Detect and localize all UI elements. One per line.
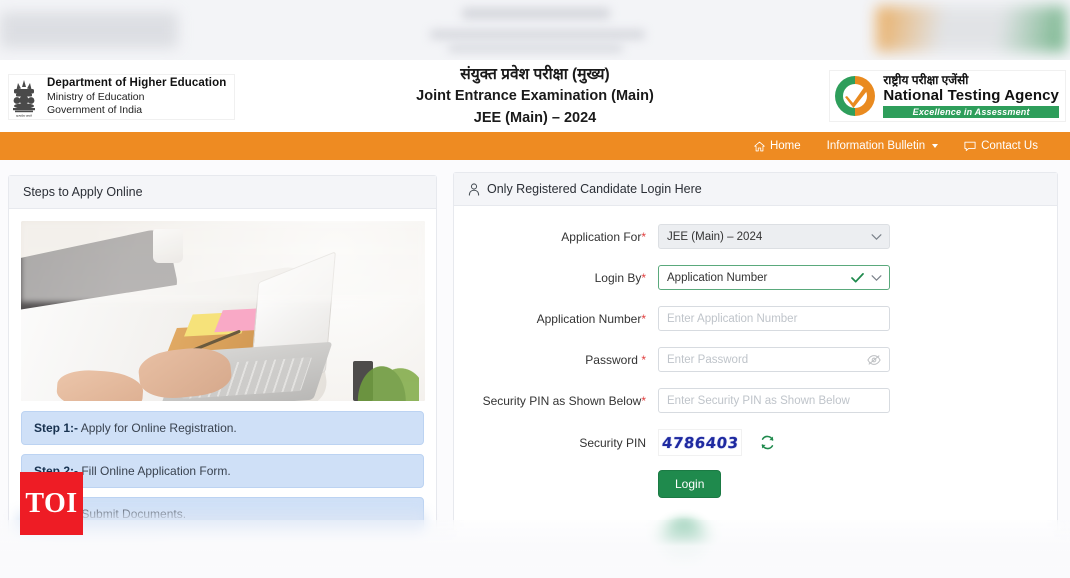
step-text: Apply for Online Registration. xyxy=(78,421,237,435)
nta-title-hindi: राष्ट्रीय परीक्षा एजेंसी xyxy=(883,72,969,87)
label-password: Password * xyxy=(454,353,658,367)
chat-message-icon xyxy=(964,141,976,151)
label-application-for: Application For* xyxy=(454,230,658,244)
refresh-circular-arrows-icon xyxy=(761,435,774,450)
nav-item-contact-us-label: Contact Us xyxy=(981,140,1038,152)
form-row-security-pin-input: Security PIN as Shown Below* Enter Secur… xyxy=(454,388,1057,413)
label-text: Application For xyxy=(561,229,642,244)
steps-card-title: Steps to Apply Online xyxy=(9,176,436,209)
application-number-input[interactable]: Enter Application Number xyxy=(658,306,890,331)
security-pin-placeholder: Enter Security PIN as Shown Below xyxy=(667,394,850,407)
nav-item-information-bulletin-label: Information Bulletin xyxy=(826,140,926,152)
label-text: Password xyxy=(585,352,642,367)
form-row-captcha: Security PIN 4786403 xyxy=(454,429,1057,456)
nta-checkmark-logo-icon xyxy=(835,76,876,116)
label-login-by: Login By* xyxy=(454,271,658,285)
nav-item-home[interactable]: Home xyxy=(754,140,801,152)
blurred-right-logo xyxy=(876,6,1066,52)
nav-item-contact-us[interactable]: Contact Us xyxy=(964,140,1038,152)
form-row-application-for: Application For* JEE (Main) – 2024 xyxy=(454,224,1057,249)
label-text: Login By xyxy=(594,270,642,285)
label-application-number: Application Number* xyxy=(454,312,658,326)
page-root: सत्यमेव जयते Department of Higher Educat… xyxy=(0,0,1070,578)
list-item: Step 1:- Apply for Online Registration. xyxy=(21,411,424,445)
required-asterisk: * xyxy=(641,270,646,285)
steps-card-body xyxy=(9,209,436,401)
application-for-value: JEE (Main) – 2024 xyxy=(667,230,763,243)
form-row-password: Password * Enter Password xyxy=(454,347,1057,372)
nta-title-english: National Testing Agency xyxy=(883,86,1059,104)
laptop-typing-photo xyxy=(21,221,425,401)
eye-slash-icon[interactable] xyxy=(867,354,881,365)
label-security-pin-as-shown-below: Security PIN as Shown Below* xyxy=(454,394,658,408)
nav-item-information-bulletin[interactable]: Information Bulletin xyxy=(826,140,939,152)
blurred-left-logo xyxy=(0,12,178,48)
captcha-refresh-button[interactable] xyxy=(760,435,775,450)
form-row-submit: Login xyxy=(454,470,1057,498)
captcha-code: 4786403 xyxy=(660,433,740,452)
form-row-login-by: Login By* Application Number xyxy=(454,265,1057,290)
required-asterisk: * xyxy=(641,393,646,408)
main-navigation-bar: Home Information Bulletin Contact Us xyxy=(0,132,1070,160)
form-row-application-number: Application Number* Enter Application Nu… xyxy=(454,306,1057,331)
label-text: Application Number xyxy=(536,311,642,326)
home-icon xyxy=(754,141,765,151)
nta-tagline: Excellence in Assessment xyxy=(883,106,1059,119)
login-form: Application For* JEE (Main) – 2024 Login… xyxy=(454,206,1057,498)
application-number-placeholder: Enter Application Number xyxy=(667,312,798,325)
label-text: Security PIN as Shown Below xyxy=(482,393,642,408)
login-card-title-bar: Only Registered Candidate Login Here xyxy=(454,173,1057,206)
login-button[interactable]: Login xyxy=(658,470,722,498)
login-card-title: Only Registered Candidate Login Here xyxy=(487,182,702,196)
security-pin-input[interactable]: Enter Security PIN as Shown Below xyxy=(658,388,890,413)
password-placeholder: Enter Password xyxy=(667,353,749,366)
password-input[interactable]: Enter Password xyxy=(658,347,890,372)
application-for-select[interactable]: JEE (Main) – 2024 xyxy=(658,224,890,249)
step-text: Fill Online Application Form. xyxy=(78,464,231,478)
top-blurred-banner xyxy=(0,0,1070,60)
label-security-pin: Security PIN xyxy=(579,435,646,450)
required-asterisk: * xyxy=(641,352,646,367)
user-person-icon xyxy=(468,182,480,196)
required-asterisk: * xyxy=(641,311,646,326)
login-by-value: Application Number xyxy=(667,271,768,284)
blurred-text-line xyxy=(430,30,645,39)
step-number: Step 1:- xyxy=(34,421,79,435)
chevron-down-icon xyxy=(932,144,939,148)
toi-watermark: TOI xyxy=(20,472,83,535)
blurred-text-line xyxy=(462,8,610,19)
nta-logo-block: राष्ट्रीय परीक्षा एजेंसी National Testin… xyxy=(829,70,1066,122)
green-check-icon xyxy=(851,272,864,283)
blurred-text-line xyxy=(448,45,623,52)
required-asterisk: * xyxy=(641,229,646,244)
floating-chat-button[interactable] xyxy=(662,522,706,566)
captcha-image: 4786403 xyxy=(658,429,742,456)
login-card: Only Registered Candidate Login Here App… xyxy=(453,172,1058,563)
nav-item-home-label: Home xyxy=(769,140,801,152)
site-header: सत्यमेव जयते Department of Higher Educat… xyxy=(0,60,1070,132)
blurred-bottom-text xyxy=(40,550,170,564)
